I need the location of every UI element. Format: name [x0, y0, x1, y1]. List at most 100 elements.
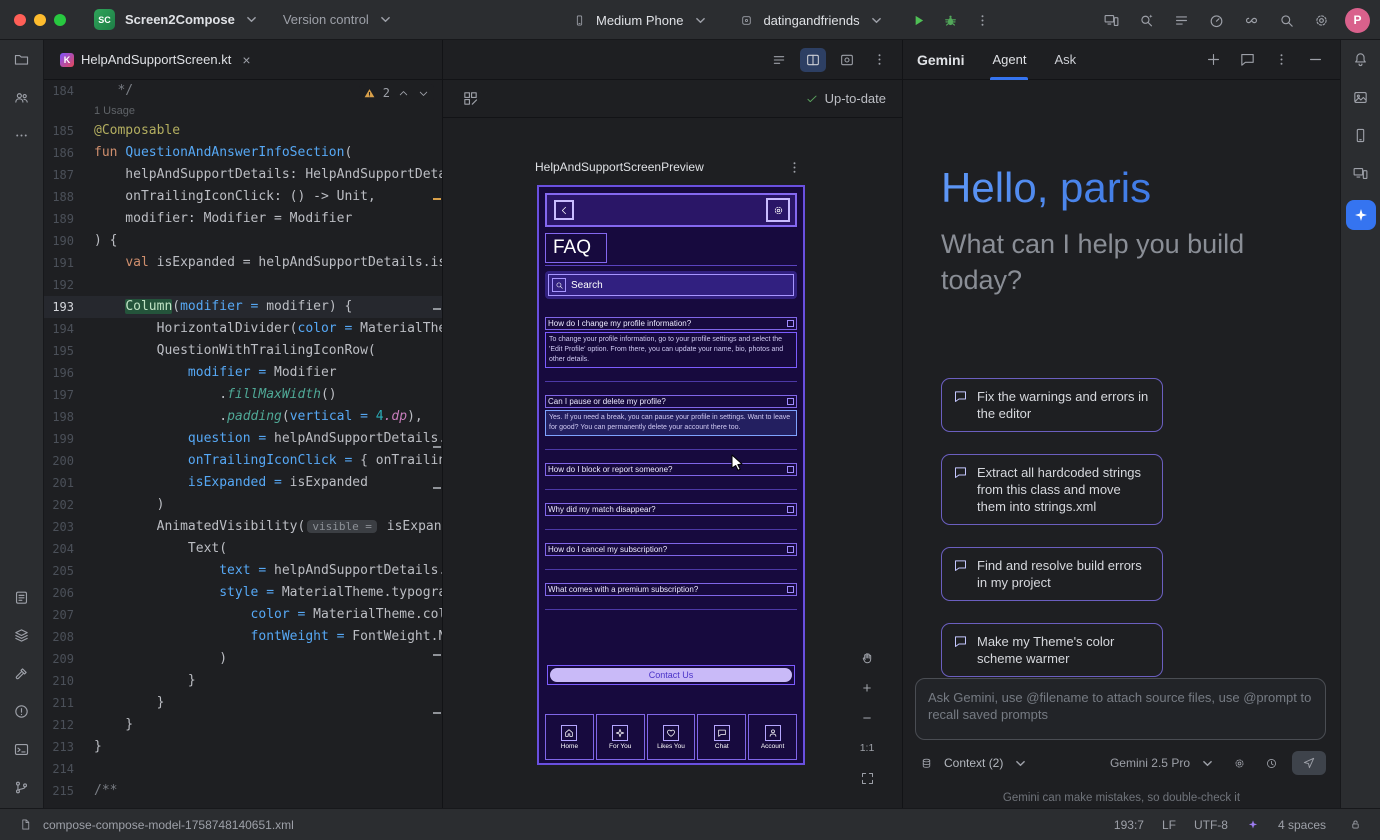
resource-manager-icon[interactable] — [11, 86, 33, 108]
ai-search-icon[interactable] — [1135, 9, 1157, 31]
code-editor[interactable]: 184 */1 Usage185@Composable186fun Questi… — [44, 80, 442, 808]
faq-question-row[interactable]: Why did my match disappear? — [545, 503, 797, 516]
ui-check-icon[interactable] — [459, 88, 481, 110]
code-line[interactable]: 200 onTrailingIconClick = { onTrailingIc… — [44, 450, 442, 472]
context-selector[interactable]: Context (2) — [944, 752, 1031, 774]
notifications-bell-icon[interactable] — [1350, 48, 1372, 70]
code-line[interactable]: 189 modifier: Modifier = Modifier — [44, 208, 442, 230]
code-line[interactable]: 209 ) — [44, 648, 442, 670]
zoom-in-button[interactable]: + — [855, 676, 879, 700]
model-selector[interactable]: Gemini 2.5 Pro — [1110, 752, 1218, 774]
zoom-ratio-button[interactable]: 1:1 — [855, 736, 879, 760]
faq-question-row[interactable]: How do I change my profile information? — [545, 317, 797, 330]
code-line[interactable]: 195 QuestionWithTrailingIconRow( — [44, 340, 442, 362]
run-configuration-selector[interactable]: datingandfriends — [735, 9, 887, 31]
code-line[interactable]: 196 modifier = Modifier — [44, 362, 442, 384]
chat-history-icon[interactable] — [1236, 49, 1258, 71]
editor-options-kebab-icon[interactable] — [868, 49, 890, 71]
code-line[interactable]: 190) { — [44, 230, 442, 252]
device-selector[interactable]: Medium Phone — [568, 9, 711, 31]
search-bar[interactable]: Search — [545, 271, 797, 299]
file-encoding[interactable]: UTF-8 — [1194, 818, 1228, 832]
preview-title[interactable]: HelpAndSupportScreenPreview — [535, 160, 704, 174]
suggestion-card[interactable]: Extract all hardcoded strings from this … — [941, 454, 1163, 525]
code-line[interactable]: 204 Text( — [44, 538, 442, 560]
profiler-icon[interactable] — [1205, 9, 1227, 31]
code-line[interactable]: 192 — [44, 274, 442, 296]
suggestion-card[interactable]: Fix the warnings and errors in the edito… — [941, 378, 1163, 432]
code-line[interactable]: 193 Column(modifier = modifier) { — [44, 296, 442, 318]
ai-status-icon[interactable] — [1246, 818, 1260, 832]
tab-ask[interactable]: Ask — [1054, 40, 1076, 80]
close-window-button[interactable] — [14, 14, 26, 26]
indent-setting[interactable]: 4 spaces — [1278, 818, 1326, 832]
project-selector[interactable]: Screen2Compose — [125, 9, 263, 31]
code-line[interactable]: 188 onTrailingIconClick: () -> Unit, — [44, 186, 442, 208]
code-line[interactable]: 210 } — [44, 670, 442, 692]
fit-to-screen-icon[interactable] — [855, 766, 879, 790]
expand-toggle-icon[interactable] — [787, 506, 794, 513]
preview-kebab-icon[interactable] — [783, 156, 805, 178]
terminal-icon[interactable] — [11, 738, 33, 760]
search-icon[interactable] — [1275, 9, 1297, 31]
send-button[interactable] — [1292, 751, 1326, 775]
user-avatar[interactable]: P — [1345, 8, 1370, 33]
gemini-toolwindow-button[interactable] — [1346, 200, 1376, 230]
settings-gear-icon[interactable] — [1310, 9, 1332, 31]
expand-toggle-icon[interactable] — [787, 320, 794, 327]
gemini-prompt-input[interactable] — [915, 678, 1326, 740]
code-line[interactable]: 197 .fillMaxWidth() — [44, 384, 442, 406]
code-line[interactable]: 203 AnimatedVisibility(visible = isExpan… — [44, 516, 442, 538]
split-view-icon[interactable] — [800, 48, 826, 72]
code-line[interactable]: 207 color = MaterialTheme.colorScheme.on… — [44, 604, 442, 626]
todo-icon[interactable] — [11, 586, 33, 608]
faq-question-row[interactable]: How do I cancel my subscription? — [545, 543, 797, 556]
project-tool-icon[interactable] — [11, 48, 33, 70]
search-field[interactable]: Search — [548, 274, 794, 296]
inspection-widget[interactable]: 2 — [359, 84, 434, 102]
code-line[interactable]: 186fun QuestionAndAnswerInfoSection( — [44, 142, 442, 164]
expand-toggle-icon[interactable] — [787, 586, 794, 593]
code-line[interactable]: 205 text = helpAndSupportDetails.answer, — [44, 560, 442, 582]
code-line[interactable]: 199 question = helpAndSupportDetails.que… — [44, 428, 442, 450]
faq-question-row[interactable]: Can I pause or delete my profile? — [545, 395, 797, 408]
code-line[interactable]: 194 HorizontalDivider(color = MaterialTh… — [44, 318, 442, 340]
faq-question-row[interactable]: What comes with a premium subscription? — [545, 583, 797, 596]
usage-hint-row[interactable]: 1 Usage — [44, 102, 442, 120]
gemini-options-kebab-icon[interactable] — [1270, 49, 1292, 71]
gemini-settings-gear-icon[interactable] — [1228, 752, 1250, 774]
code-line[interactable]: 212 } — [44, 714, 442, 736]
code-line[interactable]: 191 val isExpanded = helpAndSupportDetai… — [44, 252, 442, 274]
preview-settings-button[interactable] — [766, 198, 790, 222]
layout-inspector-icon[interactable] — [1350, 162, 1372, 184]
more-tool-windows-icon[interactable] — [11, 124, 33, 146]
design-view-icon[interactable] — [834, 48, 860, 72]
todo-list-icon[interactable] — [1170, 9, 1192, 31]
new-chat-icon[interactable] — [1202, 49, 1224, 71]
code-line[interactable]: 198 .padding(vertical = 4.dp), — [44, 406, 442, 428]
build-icon[interactable] — [11, 662, 33, 684]
compose-preview-phone[interactable]: FAQ Search How do I change my profile in… — [537, 185, 805, 765]
pan-hand-icon[interactable] — [855, 646, 879, 670]
tab-agent[interactable]: Agent — [992, 40, 1026, 80]
close-tab-icon[interactable]: × — [242, 52, 250, 68]
minimize-window-button[interactable] — [34, 14, 46, 26]
code-line[interactable]: 206 style = MaterialTheme.typography.bod… — [44, 582, 442, 604]
expand-toggle-icon[interactable] — [787, 398, 794, 405]
nav-item-home[interactable]: Home — [545, 714, 594, 760]
suggestion-card[interactable]: Make my Theme's color scheme warmer — [941, 623, 1163, 677]
editor-tab[interactable]: K HelpAndSupportScreen.kt × — [52, 40, 259, 80]
status-file-name[interactable]: compose-compose-model-1758748140651.xml — [43, 818, 294, 832]
code-line[interactable]: 214 — [44, 758, 442, 780]
nav-item-account[interactable]: Account — [748, 714, 797, 760]
preview-canvas[interactable]: HelpAndSupportScreenPreview FAQ Search H… — [443, 118, 902, 808]
contact-us-button[interactable]: Contact Us — [547, 665, 795, 685]
code-line[interactable]: 215/** — [44, 780, 442, 802]
hide-panel-icon[interactable] — [1304, 49, 1326, 71]
code-line[interactable]: 208 fontWeight = FontWeight.Normal — [44, 626, 442, 648]
nav-item-chat[interactable]: Chat — [697, 714, 746, 760]
asset-manager-icon[interactable] — [1350, 86, 1372, 108]
expand-toggle-icon[interactable] — [787, 466, 794, 473]
back-button[interactable] — [554, 200, 574, 220]
run-button[interactable] — [908, 9, 930, 31]
